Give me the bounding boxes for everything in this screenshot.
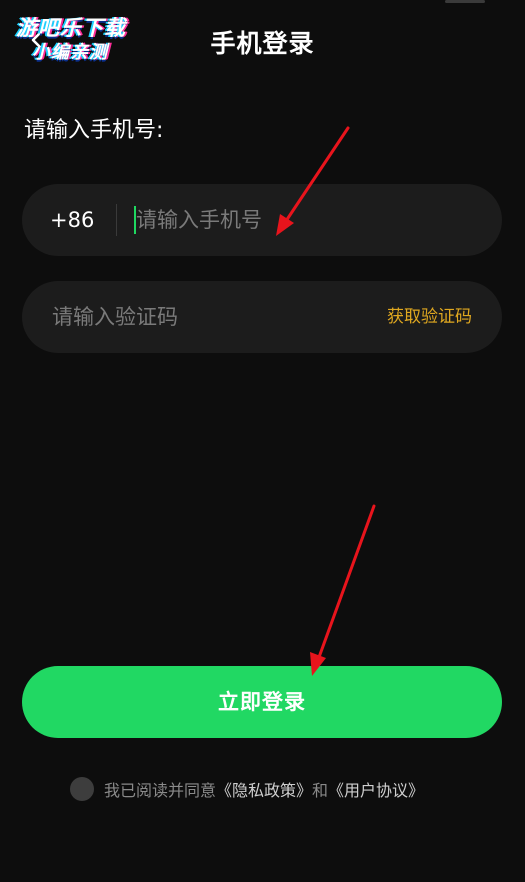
login-button[interactable]: 立即登录 bbox=[22, 666, 502, 738]
get-code-button[interactable]: 获取验证码 bbox=[387, 281, 472, 353]
phone-field[interactable]: +86 请输入手机号 bbox=[22, 184, 502, 256]
field-divider bbox=[116, 204, 117, 236]
country-code[interactable]: +86 bbox=[50, 184, 94, 256]
login-screen: 游吧乐下载 小编亲测 手机登录 请输入手机号: +86 请输入手机号 请输入验证… bbox=[0, 0, 525, 882]
page-title: 手机登录 bbox=[210, 29, 315, 58]
annotation-arrow-login bbox=[310, 504, 376, 676]
agreement-prefix: 我已阅读并同意 bbox=[104, 781, 217, 800]
agreement-row: 我已阅读并同意 《隐私政策》 和 《用户协议》 bbox=[70, 776, 424, 802]
privacy-policy-link[interactable]: 《隐私政策》 bbox=[216, 777, 312, 801]
verification-code-field[interactable]: 请输入验证码 获取验证码 bbox=[22, 281, 502, 353]
status-bar-indicator bbox=[445, 0, 485, 3]
verification-code-input[interactable]: 请输入验证码 bbox=[52, 281, 352, 353]
user-agreement-link[interactable]: 《用户协议》 bbox=[328, 777, 424, 801]
phone-prompt-label: 请输入手机号: bbox=[24, 118, 164, 143]
agreement-joiner: 和 bbox=[312, 781, 329, 800]
phone-input[interactable]: 请输入手机号 bbox=[134, 184, 466, 256]
agreement-checkbox[interactable] bbox=[70, 777, 94, 801]
